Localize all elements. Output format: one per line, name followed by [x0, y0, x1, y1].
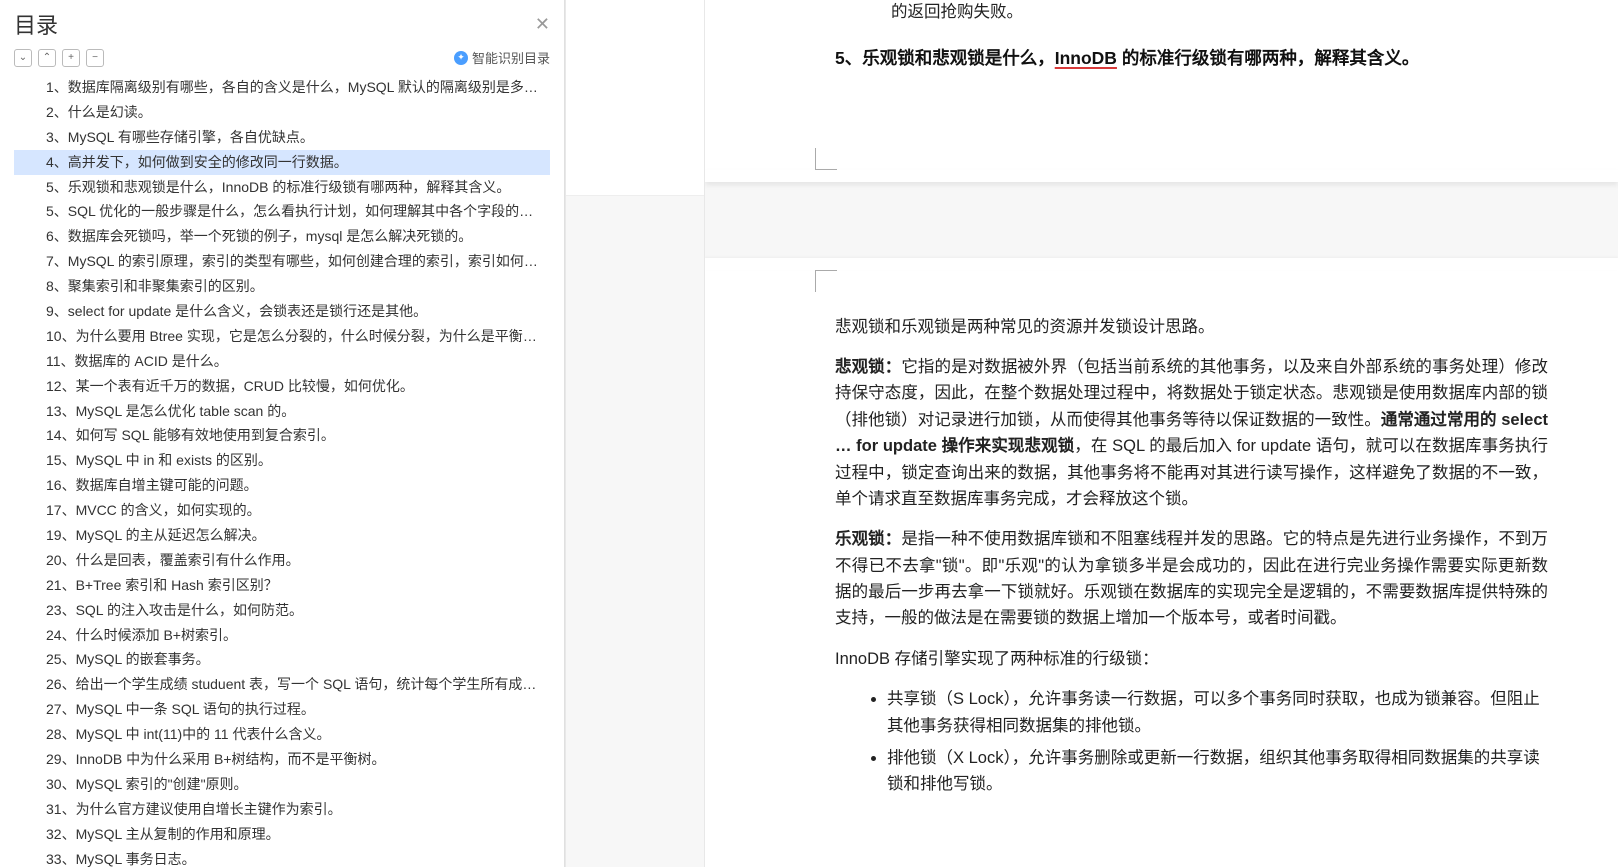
expand-up-icon[interactable]: ⌃ [38, 49, 56, 67]
toc-item[interactable]: 32、MySQL 主从复制的作用和原理。 [14, 822, 550, 847]
pessimistic-label: 悲观锁： [835, 358, 901, 376]
smart-toc-label[interactable]: ✦ 智能识别目录 [454, 48, 550, 67]
collapse-down-icon[interactable]: ⌄ [14, 49, 32, 67]
toc-item[interactable]: 2、什么是幻读。 [14, 100, 550, 125]
optimistic-body: 是指一种不使用数据库锁和不阻塞线程并发的思路。它的特点是先进行业务操作，不到万不… [835, 530, 1548, 627]
page-fragment-bottom: 悲观锁和乐观锁是两种常见的资源并发锁设计思路。 悲观锁：它指的是对数据被外界（包… [705, 270, 1618, 867]
toc-item[interactable]: 28、MySQL 中 int(11)中的 11 代表什么含义。 [14, 722, 550, 747]
toc-item[interactable]: 13、MySQL 是怎么优化 table scan 的。 [14, 399, 550, 424]
section-heading: 5、乐观锁和悲观锁是什么，InnoDB 的标准行级锁有哪两种，解释其含义。 [835, 44, 1548, 72]
toc-list[interactable]: 1、数据库隔离级别有哪些，各自的含义是什么，MySQL 默认的隔离级别是多少。2… [0, 75, 564, 867]
toc-item[interactable]: 9、select for update 是什么含义，会锁表还是锁行还是其他。 [14, 299, 550, 324]
minus-icon[interactable]: − [86, 49, 104, 67]
smart-dot-icon: ✦ [454, 51, 468, 65]
toc-item[interactable]: 5、SQL 优化的一般步骤是什么，怎么看执行计划，如何理解其中各个字段的含义。 [14, 199, 550, 224]
list-item: 排他锁（X Lock），允许事务删除或更新一行数据，组织其他事务取得相同数据集的… [887, 745, 1548, 798]
optimistic-label: 乐观锁： [835, 530, 901, 548]
plus-icon[interactable]: + [62, 49, 80, 67]
heading-prefix: 5、乐观锁和悲观锁是什么， [835, 48, 1055, 68]
lock-types-list: 共享锁（S Lock），允许事务读一行数据，可以多个事务同时获取，也成为锁兼容。… [887, 686, 1548, 798]
toc-title: 目录 [14, 8, 58, 40]
toc-icon-group: ⌄ ⌃ + − [14, 49, 104, 67]
page-break [705, 170, 1618, 270]
page-fragment-top: 的返回抢购失败。 5、乐观锁和悲观锁是什么，InnoDB 的标准行级锁有哪两种，… [705, 0, 1618, 170]
toc-item[interactable]: 26、给出一个学生成绩 studuent 表，写一个 SQL 语句，统计每个学生… [14, 672, 550, 697]
toc-item[interactable]: 3、MySQL 有哪些存储引擎，各自优缺点。 [14, 125, 550, 150]
margin-gap [565, 0, 705, 867]
toc-item[interactable]: 29、InnoDB 中为什么采用 B+树结构，而不是平衡树。 [14, 747, 550, 772]
toc-item[interactable]: 30、MySQL 索引的"创建"原则。 [14, 772, 550, 797]
toc-item[interactable]: 23、SQL 的注入攻击是什么，如何防范。 [14, 598, 550, 623]
toc-panel: 目录 ✕ ⌄ ⌃ + − ✦ 智能识别目录 1、数据库隔离级别有哪些，各自的含义… [0, 0, 565, 867]
toc-item[interactable]: 10、为什么要用 Btree 实现，它是怎么分裂的，什么时候分裂，为什么是平衡的… [14, 324, 550, 349]
toc-item[interactable]: 1、数据库隔离级别有哪些，各自的含义是什么，MySQL 默认的隔离级别是多少。 [14, 75, 550, 100]
toc-item[interactable]: 6、数据库会死锁吗，举一个死锁的例子，mysql 是怎么解决死锁的。 [14, 224, 550, 249]
heading-suffix: 的标准行级锁有哪两种，解释其含义。 [1117, 48, 1419, 68]
pessimistic-paragraph: 悲观锁：它指的是对数据被外界（包括当前系统的其他事务，以及来自外部系统的事务处理… [835, 354, 1548, 512]
optimistic-paragraph: 乐观锁：是指一种不使用数据库锁和不阻塞线程并发的思路。它的特点是先进行业务操作，… [835, 526, 1548, 632]
close-icon[interactable]: ✕ [535, 14, 550, 35]
toc-item[interactable]: 11、数据库的 ACID 是什么。 [14, 349, 550, 374]
toc-item[interactable]: 27、MySQL 中一条 SQL 语句的执行过程。 [14, 697, 550, 722]
toc-item[interactable]: 24、什么时候添加 B+树索引。 [14, 623, 550, 648]
toc-item[interactable]: 20、什么是回表，覆盖索引有什么作用。 [14, 548, 550, 573]
toc-item[interactable]: 14、如何写 SQL 能够有效地使用到复合索引。 [14, 423, 550, 448]
list-item: 共享锁（S Lock），允许事务读一行数据，可以多个事务同时获取，也成为锁兼容。… [887, 686, 1548, 739]
toc-item[interactable]: 5、乐观锁和悲观锁是什么，InnoDB 的标准行级锁有哪两种，解释其含义。 [14, 175, 550, 200]
toc-item[interactable]: 7、MySQL 的索引原理，索引的类型有哪些，如何创建合理的索引，索引如何优化。 [14, 249, 550, 274]
toc-item[interactable]: 16、数据库自增主键可能的问题。 [14, 473, 550, 498]
toc-item[interactable]: 8、聚集索引和非聚集索引的区别。 [14, 274, 550, 299]
fragment-tail-text: 的返回抢购失败。 [835, 0, 1548, 26]
smart-toc-text: 智能识别目录 [472, 48, 550, 67]
toc-item[interactable]: 33、MySQL 事务日志。 [14, 847, 550, 867]
toc-item[interactable]: 15、MySQL 中 in 和 exists 的区别。 [14, 448, 550, 473]
toc-toolbar: ⌄ ⌃ + − ✦ 智能识别目录 [0, 44, 564, 75]
innodb-intro: InnoDB 存储引擎实现了两种标准的行级锁： [835, 646, 1548, 672]
toc-item[interactable]: 19、MySQL 的主从延迟怎么解决。 [14, 523, 550, 548]
intro-paragraph: 悲观锁和乐观锁是两种常见的资源并发锁设计思路。 [835, 314, 1548, 340]
document-content: 的返回抢购失败。 5、乐观锁和悲观锁是什么，InnoDB 的标准行级锁有哪两种，… [705, 0, 1618, 867]
toc-item[interactable]: 17、MVCC 的含义，如何实现的。 [14, 498, 550, 523]
toc-item[interactable]: 25、MySQL 的嵌套事务。 [14, 647, 550, 672]
toc-item[interactable]: 31、为什么官方建议使用自增长主键作为索引。 [14, 797, 550, 822]
toc-item[interactable]: 4、高并发下，如何做到安全的修改同一行数据。 [14, 150, 550, 175]
toc-item[interactable]: 21、B+Tree 索引和 Hash 索引区别？ [14, 573, 550, 598]
heading-underlined: InnoDB [1055, 48, 1117, 68]
toc-header: 目录 ✕ [0, 0, 564, 44]
toc-item[interactable]: 12、某一个表有近千万的数据，CRUD 比较慢，如何优化。 [14, 374, 550, 399]
